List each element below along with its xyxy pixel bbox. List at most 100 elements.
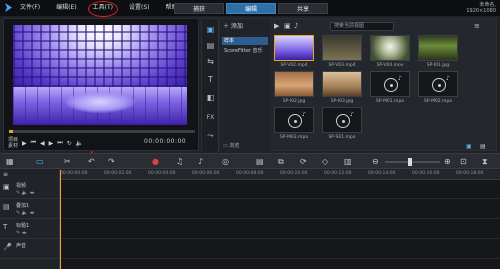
mode-project-label[interactable]: 项目 bbox=[8, 137, 18, 143]
voice-track-icon: 🎤 bbox=[3, 243, 12, 251]
graphic-icon[interactable]: ◧ bbox=[205, 93, 216, 103]
thumb-sp-m02[interactable]: ♪ bbox=[418, 71, 458, 97]
library-list-icon[interactable]: ▤ bbox=[480, 143, 486, 150]
zoom-slider[interactable] bbox=[385, 161, 440, 163]
add-folder-button[interactable]: ＋ 添加 bbox=[223, 23, 243, 31]
path-icon[interactable]: ⤳ bbox=[205, 131, 216, 141]
track-controls-icon[interactable]: ✎ 🔈 ◂▸ bbox=[16, 210, 35, 216]
timecode[interactable]: 00:00:00:00 bbox=[144, 138, 186, 145]
thumb-label: SP-M02.mpa bbox=[423, 99, 453, 104]
track-header-voice[interactable]: 🎤 声音 bbox=[0, 240, 60, 259]
step-forward-icon[interactable]: ▶ bbox=[49, 140, 54, 147]
volume-icon[interactable]: 🔈 bbox=[76, 140, 83, 147]
tools-icon[interactable]: ✂ bbox=[64, 156, 71, 167]
folder-scorefitter[interactable]: ScoreFitter 音乐 bbox=[222, 47, 268, 55]
blend-icon[interactable]: ⟳ bbox=[300, 156, 307, 167]
split-screen-icon[interactable]: ▥ bbox=[344, 156, 352, 167]
zoom-slider-handle[interactable] bbox=[408, 158, 412, 166]
thumb-label: SP-I02.jpg bbox=[282, 99, 306, 104]
menu-file[interactable]: 文件(F) bbox=[18, 2, 42, 14]
storyboard-view-icon[interactable]: ▦ bbox=[6, 156, 14, 167]
track-header-title[interactable]: T 标题1 ✎ ◂▸ bbox=[0, 220, 60, 239]
view-options-icon[interactable]: ≡ bbox=[474, 22, 480, 30]
mode-clip-label[interactable]: 素材 bbox=[8, 143, 18, 149]
sound-mixer-icon[interactable]: ♫ bbox=[176, 156, 183, 167]
play-icon[interactable]: ▶ bbox=[22, 140, 27, 147]
multicam-icon[interactable]: ⧉ bbox=[278, 156, 284, 167]
title-icon[interactable]: T bbox=[205, 75, 216, 85]
menu-edit[interactable]: 编辑(E) bbox=[54, 2, 78, 14]
track-controls-icon[interactable]: ✎ 🔈 ◂▸ bbox=[16, 190, 35, 196]
title-track-icon: T bbox=[3, 223, 8, 231]
thumb-sp-m03[interactable]: ♪ bbox=[274, 107, 314, 133]
ruler-tick: 00:00:00:00 bbox=[60, 171, 88, 176]
timeline-tracks[interactable] bbox=[60, 170, 500, 269]
track-header-video[interactable]: ▣ 视频 ✎ 🔈 ◂▸ bbox=[0, 180, 60, 199]
thumb-sp-i01[interactable] bbox=[418, 35, 458, 61]
tab-edit[interactable]: 编辑 bbox=[226, 3, 276, 14]
fit-project-icon[interactable]: ⊡ bbox=[460, 156, 467, 167]
filter-icon[interactable]: FX bbox=[205, 113, 216, 123]
project-duration-icon[interactable]: ⧗ bbox=[482, 156, 488, 167]
audio-disc-icon bbox=[288, 114, 302, 128]
voice-lane[interactable] bbox=[60, 240, 500, 259]
thumb-sp-m01[interactable]: ♪ bbox=[370, 71, 410, 97]
folder-sample[interactable]: 样本 bbox=[222, 37, 268, 45]
video-lane[interactable] bbox=[60, 180, 500, 199]
ruler-tick: 00:00:06:00 bbox=[192, 171, 220, 176]
skip-end-icon[interactable]: ⏭ bbox=[57, 139, 62, 147]
redo-icon[interactable]: ↷ bbox=[108, 156, 115, 167]
library-toolbar: ▶ ▣ ♪ 搜索当前视图 ≡ bbox=[274, 22, 494, 32]
tab-capture[interactable]: 捕获 bbox=[174, 3, 224, 14]
preview-disc-glow bbox=[65, 91, 135, 113]
repeat-icon[interactable]: ↻ bbox=[67, 140, 72, 147]
preview-scrubber[interactable] bbox=[9, 130, 195, 133]
thumb-label: SP-S01.mpa bbox=[328, 135, 356, 140]
subtitle-editor-icon[interactable]: ▤ bbox=[256, 156, 264, 167]
search-input[interactable]: 搜索当前视图 bbox=[330, 22, 394, 31]
zoom-out-icon[interactable]: ⊖ bbox=[372, 156, 379, 167]
thumb-sp-v04[interactable] bbox=[370, 35, 410, 61]
auto-music-icon[interactable]: ♪ bbox=[198, 156, 203, 167]
overlay-lane[interactable] bbox=[60, 200, 500, 219]
video-filter-icon[interactable]: ▶ bbox=[274, 22, 279, 30]
menu-settings[interactable]: 设置(S) bbox=[127, 2, 152, 14]
skip-start-icon[interactable]: ⏮ bbox=[31, 139, 36, 147]
media-icon[interactable]: ▣ bbox=[205, 25, 216, 35]
tab-share[interactable]: 共享 bbox=[278, 3, 328, 14]
ruler-tick: 00:00:16:00 bbox=[412, 171, 440, 176]
thumb-sp-s01[interactable]: ♪ bbox=[322, 107, 362, 133]
undo-icon[interactable]: ↶ bbox=[88, 156, 95, 167]
track-name: 视频 bbox=[16, 183, 27, 189]
timeline-ruler[interactable]: 00:00:00:00 00:00:02:00 00:00:04:00 00:0… bbox=[60, 170, 500, 180]
folder-list: ＋ 添加 样本 ScoreFitter 音乐 ▭ 浏览 bbox=[220, 19, 270, 152]
scrubber-handle[interactable] bbox=[9, 130, 13, 133]
mask-icon[interactable]: ◇ bbox=[322, 156, 328, 167]
image-filter-icon[interactable]: ▣ bbox=[284, 22, 291, 30]
track-header-overlay[interactable]: ▤ 叠加1 ✎ 🔈 ◂▸ bbox=[0, 200, 60, 219]
thumb-sp-v03[interactable] bbox=[322, 35, 362, 61]
record-icon[interactable]: ● bbox=[152, 156, 159, 167]
transition-icon[interactable]: ⇆ bbox=[205, 57, 216, 67]
add-icon: ＋ bbox=[223, 23, 231, 30]
track-controls-icon[interactable]: ✎ ◂▸ bbox=[16, 230, 27, 236]
playhead[interactable] bbox=[60, 170, 61, 269]
title-lane[interactable] bbox=[60, 220, 500, 239]
step-back-icon[interactable]: ◀ bbox=[40, 140, 45, 147]
timeline-view-icon[interactable]: ▭ bbox=[36, 156, 44, 167]
track-manager-icon[interactable]: ≡ bbox=[3, 171, 8, 178]
library-view-icon[interactable]: ▣ bbox=[466, 143, 472, 150]
music-note-icon: ♪ bbox=[446, 75, 450, 82]
annotation-circle bbox=[88, 1, 118, 17]
audio-filter-icon[interactable]: ♪ bbox=[294, 22, 298, 30]
video-track-icon: ▣ bbox=[3, 183, 10, 191]
instant-project-icon[interactable]: ▤ bbox=[205, 41, 216, 51]
playback-controls: 项目 素材 ▶ ⏮ ◀ ▶ ⏭ ↻ 🔈 bbox=[8, 137, 83, 149]
thumb-sp-v02[interactable] bbox=[274, 35, 314, 61]
browse-button[interactable]: ▭ 浏览 bbox=[223, 142, 239, 149]
motion-tracking-icon[interactable]: ◎ bbox=[222, 156, 229, 167]
thumb-sp-i02[interactable] bbox=[274, 71, 314, 97]
library-panel: ▣ ▤ ⇆ T ◧ FX ⤳ ＋ 添加 样本 ScoreFitter 音乐 ▭ … bbox=[201, 18, 497, 152]
zoom-in-icon[interactable]: ⊕ bbox=[444, 156, 451, 167]
thumb-sp-i03[interactable] bbox=[322, 71, 362, 97]
